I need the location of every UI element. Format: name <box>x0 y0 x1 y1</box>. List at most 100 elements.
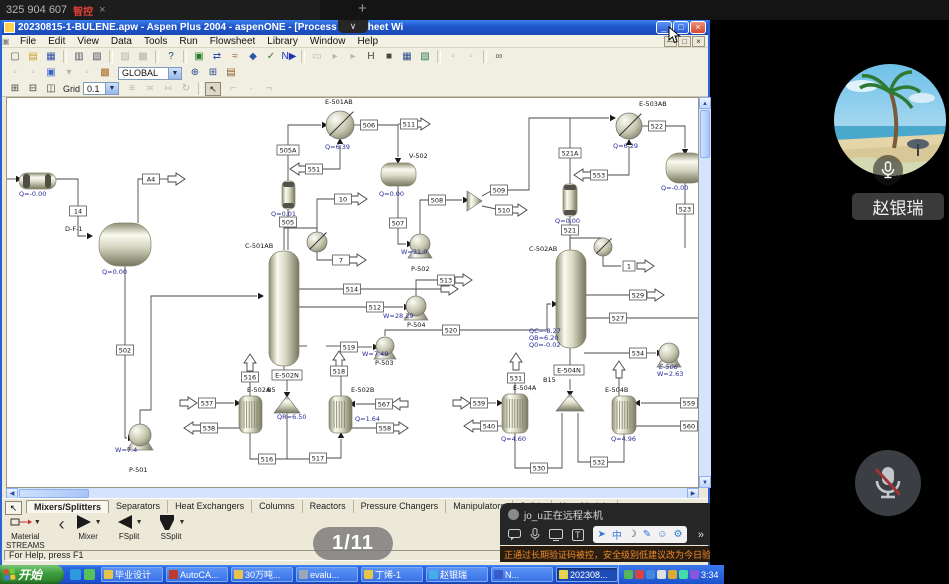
stream-box-553[interactable]: 553 <box>591 170 608 180</box>
menu-data[interactable]: Data <box>105 36 138 47</box>
stream-box-527[interactable]: 527 <box>610 313 627 323</box>
stream-box-516[interactable]: 516 <box>259 454 276 464</box>
stream-port-arrow[interactable] <box>647 289 664 301</box>
palette-tab-pressure-changers[interactable]: Pressure Changers <box>354 500 447 513</box>
flowsheet-svg[interactable]: 14A4502505A55150550651110751451351251952… <box>7 98 698 487</box>
paste-icon[interactable]: ▩ <box>135 50 151 64</box>
menu-file[interactable]: File <box>14 36 42 47</box>
stream-box-518[interactable]: 518 <box>331 366 348 376</box>
mdi-close-icon[interactable]: × <box>692 36 705 47</box>
tray-icon[interactable] <box>624 570 633 579</box>
stream-box-510[interactable]: 510 <box>496 205 513 215</box>
remote-toolbar-collapse-button[interactable]: ∨ <box>338 20 368 33</box>
task-button[interactable]: 202308... <box>556 567 618 582</box>
scale-toggle-icon[interactable]: ◫ <box>43 82 59 96</box>
internet-explorer-icon[interactable] <box>70 569 81 580</box>
stream-box-537[interactable]: 537 <box>199 398 216 408</box>
moon-icon[interactable]: ☽ <box>628 529 637 540</box>
scroll-up-icon[interactable]: ▲ <box>699 97 711 109</box>
help-pointer-icon[interactable]: ? <box>163 50 179 64</box>
annotate-icon[interactable]: ¬ <box>261 82 277 96</box>
plot-wizard-icon[interactable]: ▩ <box>97 66 113 80</box>
stream-box-508[interactable]: 508 <box>429 195 446 205</box>
align-middle-icon[interactable]: ≍ <box>142 82 158 96</box>
open-icon[interactable]: ▤ <box>25 50 41 64</box>
tray-icon[interactable] <box>646 570 655 579</box>
close-tab-icon[interactable]: × <box>99 4 105 16</box>
equipment-E-502B[interactable] <box>329 396 352 433</box>
blocks-icon[interactable]: ◆ <box>245 50 261 64</box>
control-panel-icon[interactable]: ▦ <box>399 50 415 64</box>
equipment-E-502N[interactable] <box>274 396 300 413</box>
step-icon[interactable]: ▸ <box>327 50 343 64</box>
gear-icon[interactable]: ⚙ <box>673 529 682 540</box>
stream-box-530[interactable]: 530 <box>531 463 548 473</box>
stream-box-505[interactable]: 505 <box>280 217 297 227</box>
stream-port-arrow[interactable] <box>574 169 591 181</box>
results-icon[interactable]: ▧ <box>417 50 433 64</box>
stream-box-551[interactable]: 551 <box>306 164 323 174</box>
save-icon[interactable]: ▦ <box>43 50 59 64</box>
chevron-down-icon[interactable]: ▼ <box>179 519 186 526</box>
scroll-down-icon[interactable]: ▼ <box>699 476 711 488</box>
stream-box-509[interactable]: 509 <box>491 185 508 195</box>
new-tab-button[interactable]: + <box>358 0 367 17</box>
equipment-V-501[interactable] <box>99 223 151 266</box>
stream-box-538[interactable]: 538 <box>201 423 218 433</box>
task-button[interactable]: 30万吨... <box>231 567 293 582</box>
microphone-icon[interactable] <box>530 528 540 541</box>
report-icon[interactable]: ▤ <box>223 66 239 80</box>
workbook-icon[interactable]: ▣ <box>43 66 59 80</box>
menu-view[interactable]: View <box>71 36 105 47</box>
stream-box-10[interactable]: 10 <box>335 194 352 204</box>
check-status-icon[interactable]: ✓ <box>263 50 279 64</box>
stream-box-502[interactable]: 502 <box>117 345 134 355</box>
equipment-V-502[interactable] <box>381 163 416 186</box>
flowsheet-canvas[interactable]: 14A4502505A55150550651110751451351251952… <box>6 97 699 488</box>
stream-port-arrow[interactable] <box>637 260 654 272</box>
cursor-icon[interactable]: ➤ <box>598 529 606 540</box>
align-left-icon[interactable]: ≡ <box>124 82 140 96</box>
stream-port-arrow[interactable] <box>453 397 470 409</box>
zoom-search-icon[interactable]: ⊕ <box>187 66 203 80</box>
stream-box-558[interactable]: 558 <box>377 423 394 433</box>
dynamics-icon[interactable]: ▫ <box>445 50 461 64</box>
stream-port-arrow[interactable] <box>350 193 367 205</box>
stream-box-567[interactable]: 567 <box>376 399 393 409</box>
grid-toggle-icon[interactable]: ⊞ <box>7 82 23 96</box>
stream-box-505A[interactable]: 505A <box>277 145 299 155</box>
stream-box-507[interactable]: 507 <box>390 218 407 228</box>
insert-icon[interactable]: · <box>243 82 259 96</box>
tray-icon[interactable] <box>635 570 644 579</box>
equipment-undefined[interactable] <box>307 232 327 252</box>
stream-port-arrow[interactable] <box>333 351 345 368</box>
horizontal-scroll-thumb[interactable] <box>19 489 89 498</box>
menu-tools[interactable]: Tools <box>138 36 173 47</box>
distribute-icon[interactable]: ∺ <box>160 82 176 96</box>
user-icon[interactable]: ☺ <box>657 529 667 540</box>
copy-icon[interactable]: ▨ <box>117 50 133 64</box>
start-button[interactable]: 开始 <box>0 565 64 584</box>
screen-icon[interactable] <box>549 529 563 541</box>
stream-box-A4[interactable]: A4 <box>143 174 160 184</box>
equipment-E-504N[interactable] <box>556 394 584 411</box>
equipment-splitter[interactable] <box>467 191 482 211</box>
menu-edit[interactable]: Edit <box>42 36 71 47</box>
route-icon[interactable]: ⌐ <box>225 82 241 96</box>
equipment-B1[interactable] <box>282 181 295 209</box>
chevron-down-icon[interactable]: ▼ <box>95 519 102 526</box>
stream-port-arrow[interactable] <box>180 397 197 409</box>
data-browser-icon[interactable]: ▣ <box>191 50 207 64</box>
stream-port-arrow[interactable] <box>464 420 481 432</box>
stream-port-arrow[interactable] <box>613 361 625 378</box>
stream-box-512[interactable]: 512 <box>367 302 384 312</box>
stream-box-522[interactable]: 522 <box>649 121 666 131</box>
stop-icon[interactable]: ■ <box>381 50 397 64</box>
menu-window[interactable]: Window <box>304 36 352 47</box>
snap-toggle-icon[interactable]: ⊟ <box>25 82 41 96</box>
stream-box-520[interactable]: 520 <box>443 325 460 335</box>
equipment-V-503[interactable] <box>666 153 698 183</box>
tray-icon[interactable] <box>668 570 677 579</box>
stream-box-532[interactable]: 532 <box>591 457 608 467</box>
tray-icon[interactable] <box>657 570 666 579</box>
